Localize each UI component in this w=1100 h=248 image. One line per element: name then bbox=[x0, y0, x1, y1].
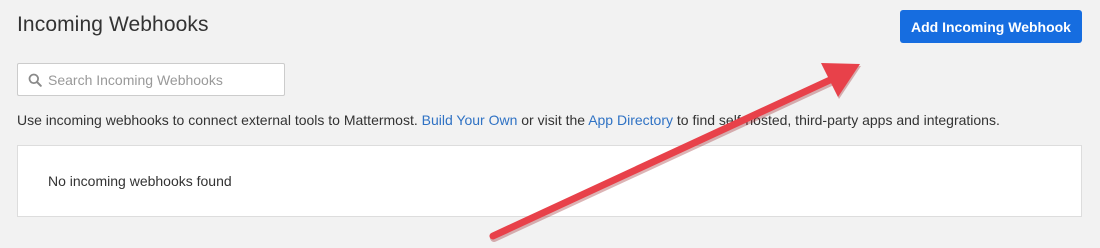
search-icon bbox=[28, 73, 42, 87]
search-box[interactable] bbox=[17, 63, 285, 96]
page-title: Incoming Webhooks bbox=[17, 13, 209, 36]
help-text-after: to find self-hosted, third-party apps an… bbox=[673, 112, 1000, 128]
empty-state-message: No incoming webhooks found bbox=[48, 173, 232, 189]
help-text-middle: or visit the bbox=[517, 112, 589, 128]
integrations-page: Incoming Webhooks Add Incoming Webhook U… bbox=[0, 0, 1100, 248]
help-text-before: Use incoming webhooks to connect externa… bbox=[17, 112, 422, 128]
webhooks-list: No incoming webhooks found bbox=[17, 145, 1082, 217]
build-your-own-link[interactable]: Build Your Own bbox=[422, 112, 518, 128]
app-directory-link[interactable]: App Directory bbox=[588, 112, 673, 128]
search-input[interactable] bbox=[48, 64, 278, 95]
help-text: Use incoming webhooks to connect externa… bbox=[17, 112, 1000, 128]
add-incoming-webhook-button[interactable]: Add Incoming Webhook bbox=[900, 10, 1082, 43]
